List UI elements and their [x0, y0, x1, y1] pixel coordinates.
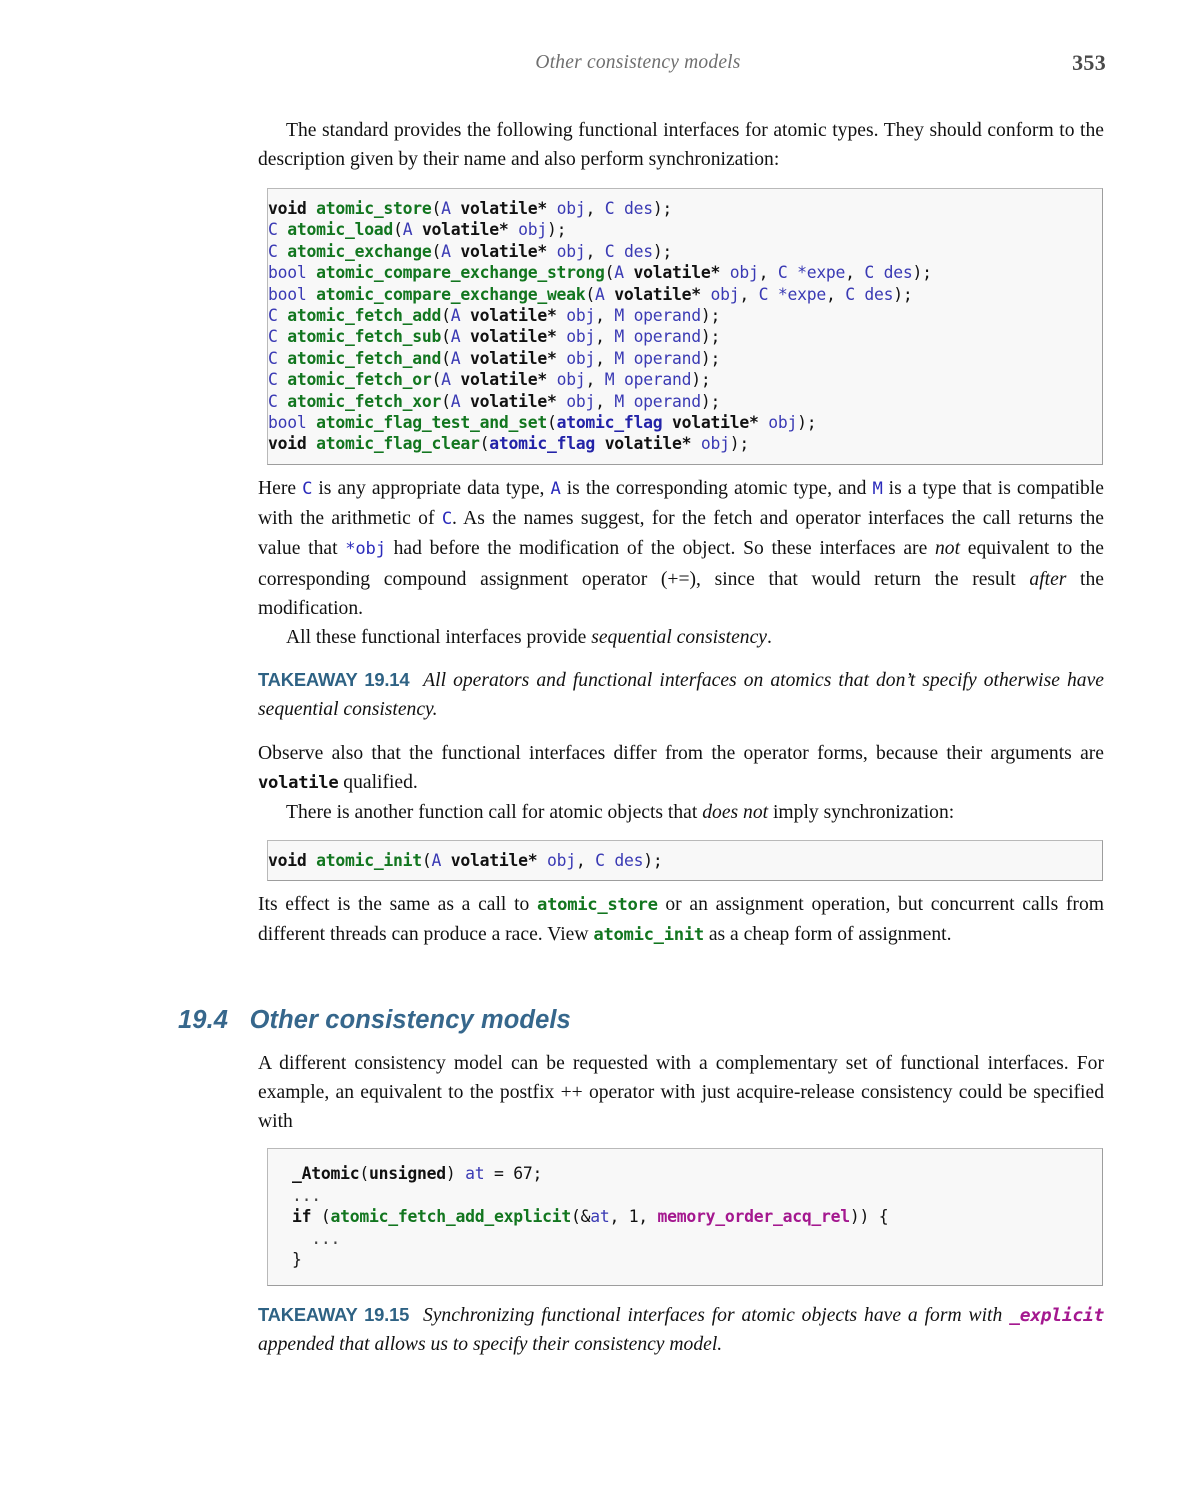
here-paragraph: Here C is any appropriate data type, A i… — [258, 474, 1104, 623]
all-these-s1: All these functional interfaces provide — [286, 627, 592, 649]
its-effect-s1: Its effect is the same as a call to — [258, 894, 538, 915]
code-block-atomic-init: void atomic_init(A volatile* obj, C des)… — [267, 840, 1103, 882]
all-these-s2: . — [767, 627, 772, 649]
here-em-not: not — [935, 538, 961, 560]
takeaway-1915-wrap: TAKEAWAY 19.15 Synchronizing functional … — [258, 1300, 1104, 1359]
here-code-obj: *obj — [345, 539, 386, 560]
takeaway-1914-label: TAKEAWAY 19.14 — [258, 669, 410, 690]
takeaway-1915-code-explicit: _explicit — [1009, 1305, 1104, 1326]
here-s2: is any appropriate data type, — [312, 478, 551, 499]
all-these-em: sequential consistency — [591, 627, 767, 649]
its-effect-s3: as a cheap form of assignment. — [703, 924, 952, 946]
another-call-em: does not — [702, 802, 769, 824]
section-number: 19.4 — [178, 1006, 229, 1034]
code-block-atomic-interfaces: void atomic_store(A volatile* obj, C des… — [267, 188, 1103, 465]
here-code-m1: M — [872, 479, 883, 499]
code-block-atomic-interfaces-content: void atomic_store(A volatile* obj, C des… — [268, 199, 932, 454]
here-s6: had before the modification of the objec… — [385, 538, 935, 560]
its-effect-wrap: Its effect is the same as a call to atom… — [258, 890, 1104, 950]
here-s3: is the corresponding atomic type, and — [560, 478, 873, 499]
different-model-wrap: A different consistency model can be req… — [258, 1049, 1104, 1137]
code-block-explicit-example-content: _Atomic(unsigned) at = 67; ... if (atomi… — [292, 1164, 889, 1270]
observe-code-volatile: volatile — [258, 773, 339, 794]
different-model-paragraph: A different consistency model can be req… — [258, 1053, 1104, 1133]
here-code-c1: C — [302, 479, 313, 499]
all-these-paragraph: All these functional interfaces provide … — [258, 623, 1104, 652]
section-heading-19-4: 19.4 Other consistency models — [178, 1006, 571, 1035]
observe-paragraph-wrap: Observe also that the functional interfa… — [258, 739, 1104, 828]
its-effect-code-atomic-store: atomic_store — [537, 895, 658, 915]
intro-paragraph: The standard provides the following func… — [258, 120, 1104, 171]
another-call-paragraph: There is another function call for atomi… — [258, 798, 1104, 827]
code-block-atomic-init-content: void atomic_init(A volatile* obj, C des)… — [268, 851, 663, 870]
page-number: 353 — [1072, 50, 1106, 75]
takeaway-1914: TAKEAWAY 19.14 All operators and functio… — [258, 665, 1104, 724]
takeaway-1915-s2: appended that allows us to specify their… — [258, 1334, 723, 1356]
takeaway-1914-wrap: TAKEAWAY 19.14 All operators and functio… — [258, 665, 1104, 724]
takeaway-1915-label: TAKEAWAY 19.15 — [258, 1304, 410, 1325]
here-code-c2: C — [441, 509, 452, 530]
here-paragraph-wrap: Here C is any appropriate data type, A i… — [258, 474, 1104, 652]
running-head-title: Other consistency models — [535, 52, 741, 73]
takeaway-1915-s1: Synchronizing functional interfaces for … — [422, 1305, 1010, 1326]
observe-s2: qualified. — [338, 772, 418, 794]
here-s1: Here — [258, 478, 303, 499]
observe-s1: Observe also that the functional interfa… — [258, 743, 1104, 764]
its-effect-code-atomic-init: atomic_init — [593, 925, 704, 946]
takeaway-1915: TAKEAWAY 19.15 Synchronizing functional … — [258, 1300, 1104, 1359]
running-head: Other consistency models 353 — [170, 50, 1106, 86]
section-title: Other consistency models — [249, 1006, 571, 1034]
observe-paragraph: Observe also that the functional interfa… — [258, 739, 1104, 798]
code-block-explicit-example: _Atomic(unsigned) at = 67; ... if (atomi… — [267, 1148, 1103, 1286]
intro-paragraph-wrap: The standard provides the following func… — [258, 116, 1104, 174]
here-code-a1: A — [550, 479, 561, 499]
another-call-s1: There is another function call for atomi… — [286, 802, 703, 824]
another-call-s2: imply synchronization: — [768, 802, 955, 824]
its-effect-paragraph: Its effect is the same as a call to atom… — [258, 890, 1104, 950]
here-em-after: after — [1029, 568, 1067, 590]
